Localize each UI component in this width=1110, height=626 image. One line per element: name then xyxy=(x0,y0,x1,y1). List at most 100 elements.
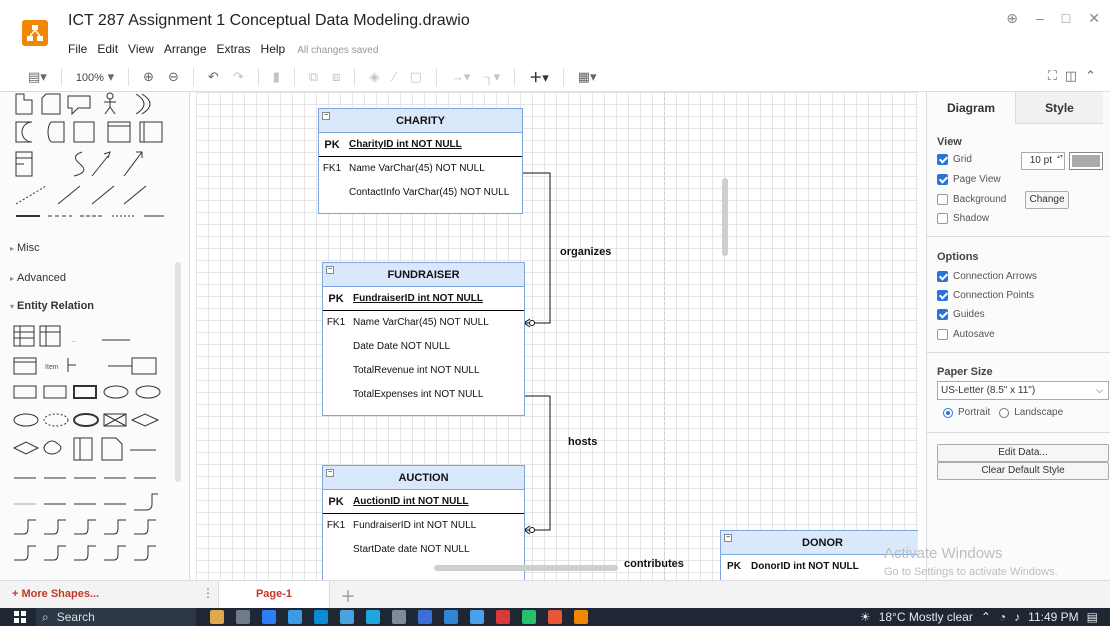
zoom-out-icon[interactable]: ⊖ xyxy=(168,69,179,85)
entity-fundraiser[interactable]: − FUNDRAISER PK FundraiserID int NOT NUL… xyxy=(322,262,525,416)
entity-auction-pk-row[interactable]: PK AuctionID int NOT NULL xyxy=(323,490,524,514)
general-shapes-grid[interactable] xyxy=(12,92,177,227)
landscape-radio[interactable] xyxy=(999,407,1010,418)
section-entity-relation[interactable]: ▾ Entity Relation xyxy=(10,300,94,312)
redo-icon[interactable]: ↷ xyxy=(233,69,244,85)
collapse-icon[interactable]: ⌃ xyxy=(1085,68,1096,84)
background-checkbox[interactable] xyxy=(937,194,948,205)
tab-diagram[interactable]: Diagram xyxy=(927,92,1015,124)
entity-fundraiser-row[interactable]: Date Date NOT NULL xyxy=(323,335,524,359)
line-color-icon[interactable]: ∕ xyxy=(393,69,395,84)
change-background-button[interactable]: Change xyxy=(1025,191,1069,209)
close-icon[interactable]: ✕ xyxy=(1088,10,1100,27)
entity-charity-header[interactable]: − CHARITY xyxy=(319,109,522,133)
waypoints-icon[interactable]: ┐▾ xyxy=(484,69,500,85)
entity-fundraiser-header[interactable]: − FUNDRAISER xyxy=(323,263,524,287)
tray-expand-icon[interactable]: ⌃ xyxy=(981,610,991,624)
to-back-icon[interactable]: ⧈ xyxy=(332,69,340,85)
undo-icon[interactable]: ↶ xyxy=(208,69,219,85)
entity-charity-pk-row[interactable]: PK CharityID int NOT NULL xyxy=(319,133,522,157)
document-title[interactable]: ICT 287 Assignment 1 Conceptual Data Mod… xyxy=(68,12,470,30)
tab-style[interactable]: Style xyxy=(1015,92,1103,124)
app-icon[interactable] xyxy=(496,610,510,624)
app-icon[interactable] xyxy=(340,610,354,624)
app-icon[interactable] xyxy=(392,610,406,624)
guides-checkbox[interactable] xyxy=(937,309,948,320)
zoom-in-icon[interactable]: ⊕ xyxy=(143,69,154,85)
diagram-canvas[interactable]: − CHARITY PK CharityID int NOT NULL FK1 … xyxy=(196,92,918,580)
app-icon[interactable] xyxy=(288,610,302,624)
clock[interactable]: 11:49 PM xyxy=(1028,610,1078,624)
canvas-horizontal-scrollbar[interactable] xyxy=(434,565,618,571)
entity-charity-row[interactable]: FK1 Name VarChar(45) NOT NULL xyxy=(319,157,522,181)
portrait-radio[interactable] xyxy=(943,407,953,418)
section-advanced[interactable]: ▸ Advanced xyxy=(10,272,66,284)
paper-size-select[interactable]: US-Letter (8.5" x 11") xyxy=(937,381,1109,400)
fullscreen-icon[interactable]: ⛶ xyxy=(1048,68,1057,84)
windows-start-icon[interactable] xyxy=(14,611,26,623)
task-view-icon[interactable] xyxy=(236,610,250,624)
menu-edit[interactable]: Edit xyxy=(97,42,118,56)
grid-color-button[interactable] xyxy=(1069,152,1103,170)
clear-default-style-button[interactable]: Clear Default Style xyxy=(937,462,1109,480)
taskbar-search[interactable]: ⌕ Search xyxy=(36,608,196,626)
autosave-option[interactable]: Autosave xyxy=(937,329,995,340)
chrome-icon[interactable] xyxy=(548,610,562,624)
maximize-icon[interactable]: □ xyxy=(1062,10,1070,27)
format-panel-toggle-icon[interactable]: ▤▾ xyxy=(28,69,47,85)
page-view-option[interactable]: Page View xyxy=(937,174,1001,185)
entity-fundraiser-pk-row[interactable]: PK FundraiserID int NOT NULL xyxy=(323,287,524,311)
entity-charity[interactable]: − CHARITY PK CharityID int NOT NULL FK1 … xyxy=(318,108,523,214)
relationship-label-organizes[interactable]: organizes xyxy=(560,246,611,258)
entity-auction-row[interactable]: FK1 FundraiserID int NOT NULL xyxy=(323,514,524,538)
fill-color-icon[interactable]: ◈ xyxy=(369,69,379,85)
connection-points-checkbox[interactable] xyxy=(937,290,948,301)
app-icon[interactable] xyxy=(444,610,458,624)
connection-icon[interactable]: →▾ xyxy=(451,69,471,85)
globe-icon[interactable]: ⊕ xyxy=(1006,10,1018,27)
collapse-icon[interactable]: − xyxy=(322,112,330,120)
menu-arrange[interactable]: Arrange xyxy=(164,42,207,56)
collapse-icon[interactable]: − xyxy=(326,469,334,477)
canvas-vertical-scrollbar[interactable] xyxy=(722,178,728,256)
connection-arrows-checkbox[interactable] xyxy=(937,271,948,282)
app-icon[interactable] xyxy=(314,610,328,624)
edge-icon[interactable] xyxy=(366,610,380,624)
vscode-icon[interactable] xyxy=(470,610,484,624)
grid-option[interactable]: Grid xyxy=(937,154,972,165)
edit-data-button[interactable]: Edit Data... xyxy=(937,444,1109,462)
volume-icon[interactable]: ♪ xyxy=(1014,610,1020,624)
insert-plus-icon[interactable]: ＋▾ xyxy=(529,67,549,86)
entity-auction-header[interactable]: − AUCTION xyxy=(323,466,524,490)
page-tab[interactable]: Page-1 xyxy=(218,581,330,608)
minimize-icon[interactable]: – xyxy=(1036,10,1044,27)
app-icon[interactable] xyxy=(418,610,432,624)
connection-arrows-option[interactable]: Connection Arrows xyxy=(937,271,1037,282)
drawio-taskbar-icon[interactable] xyxy=(574,610,588,624)
relationship-label-contributes[interactable]: contributes xyxy=(624,558,684,570)
grid-checkbox[interactable] xyxy=(937,154,948,165)
connection-points-option[interactable]: Connection Points xyxy=(937,290,1034,301)
app-icon[interactable] xyxy=(262,610,276,624)
to-front-icon[interactable]: ⧉ xyxy=(309,69,318,85)
table-icon[interactable]: ▦▾ xyxy=(578,69,597,85)
whatsapp-icon[interactable] xyxy=(522,610,536,624)
entity-charity-row[interactable]: ContactInfo VarChar(45) NOT NULL xyxy=(319,181,522,205)
shapes-panel-scrollbar[interactable] xyxy=(175,262,181,482)
page-view-checkbox[interactable] xyxy=(937,174,948,185)
notifications-icon[interactable]: ▤ xyxy=(1087,610,1098,624)
section-misc[interactable]: ▸ Misc xyxy=(10,242,40,254)
entity-fundraiser-row[interactable]: TotalExpenses int NOT NULL xyxy=(323,383,524,407)
wifi-icon[interactable]: ◔ xyxy=(999,610,1006,624)
delete-icon[interactable]: ▮ xyxy=(273,69,280,85)
shadow-option[interactable]: Shadow xyxy=(937,213,989,224)
grid-size-input[interactable]: 10 pt xyxy=(1021,152,1065,170)
zoom-dropdown[interactable]: 100% ▾ xyxy=(76,69,114,85)
entity-fundraiser-row[interactable]: FK1 Name VarChar(45) NOT NULL xyxy=(323,311,524,335)
background-option[interactable]: Background xyxy=(937,194,1006,205)
menu-file[interactable]: File xyxy=(68,42,87,56)
weather-text[interactable]: 18°C Mostly clear xyxy=(879,610,973,624)
page-menu-icon[interactable]: ⋮ xyxy=(202,586,214,600)
collapse-icon[interactable]: − xyxy=(326,266,334,274)
shadow-checkbox[interactable] xyxy=(937,213,948,224)
